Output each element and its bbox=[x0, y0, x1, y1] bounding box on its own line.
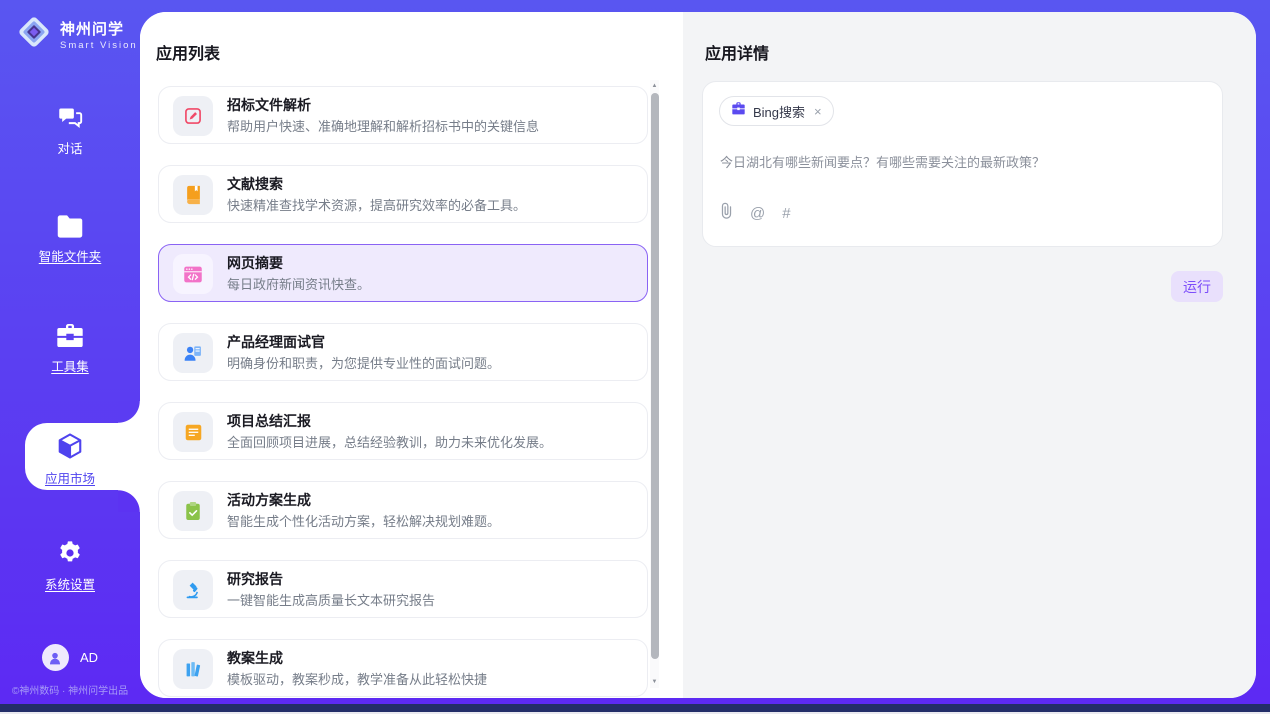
sidebar-item-settings[interactable]: 系统设置 bbox=[0, 539, 140, 594]
briefcase-icon bbox=[731, 102, 746, 120]
sidebar-item-toolset[interactable]: 工具集 bbox=[0, 322, 140, 376]
sidebar-item-label: 对话 bbox=[57, 138, 82, 157]
app-title: 招标文件解析 bbox=[227, 96, 637, 115]
chat-icon bbox=[0, 104, 140, 131]
hash-icon[interactable]: # bbox=[782, 206, 790, 221]
run-button[interactable]: 运行 bbox=[1171, 271, 1223, 302]
app-desc: 帮助用户快速、准确地理解和解析招标书中的关键信息 bbox=[227, 118, 637, 136]
app-desc: 模板驱动，教案秒成，教学准备从此轻松快捷 bbox=[227, 671, 637, 689]
sidebar-item-chat[interactable]: 对话 bbox=[0, 104, 140, 158]
app-list: 招标文件解析 帮助用户快速、准确地理解和解析招标书中的关键信息 文献搜索 快速精… bbox=[158, 80, 648, 698]
user-name: AD bbox=[80, 650, 98, 665]
app-card-project-summary[interactable]: 项目总结汇报 全面回顾项目进展，总结经验教训，助力未来优化发展。 bbox=[158, 402, 648, 460]
query-text[interactable]: 今日湖北有哪些新闻要点？有哪些需要关注的最新政策？ bbox=[720, 152, 1206, 171]
tool-tag-label: Bing搜索 bbox=[753, 102, 805, 121]
app-desc: 全面回顾项目进展，总结经验教训，助力未来优化发展。 bbox=[227, 434, 637, 452]
app-card-event-plan[interactable]: 活动方案生成 智能生成个性化活动方案，轻松解决规划难题。 bbox=[158, 481, 648, 539]
person-icon bbox=[47, 650, 63, 666]
scroll-up-icon[interactable]: ▲ bbox=[650, 80, 659, 92]
books-icon bbox=[173, 649, 213, 689]
app-desc: 一键智能生成高质量长文本研究报告 bbox=[227, 592, 637, 610]
app-logo: 神州问学 Smart Vision bbox=[16, 14, 138, 55]
sidebar-item-app-market[interactable]: 应用市场 bbox=[0, 431, 140, 488]
brand-tagline: Smart Vision bbox=[60, 40, 138, 51]
app-list-title: 应用列表 bbox=[156, 40, 220, 64]
close-icon[interactable]: × bbox=[814, 104, 822, 119]
avatar bbox=[42, 644, 69, 671]
sidebar-item-label: 系统设置 bbox=[45, 574, 95, 593]
sidebar-item-label: 应用市场 bbox=[45, 468, 95, 487]
prompt-card: Bing搜索 × 今日湖北有哪些新闻要点？有哪些需要关注的最新政策？ @ # bbox=[702, 81, 1223, 247]
paperclip-icon[interactable] bbox=[720, 202, 733, 224]
sidebar-item-label: 智能文件夹 bbox=[39, 246, 102, 265]
app-card-literature-search[interactable]: 文献搜索 快速精准查找学术资源，提高研究效率的必备工具。 bbox=[158, 165, 648, 223]
app-desc: 每日政府新闻资讯快查。 bbox=[227, 276, 637, 294]
diamond-logo-icon bbox=[16, 14, 52, 55]
toolbox-icon bbox=[0, 322, 140, 349]
app-list-scrollbar[interactable]: ▲ ▼ bbox=[650, 80, 659, 688]
pen-document-icon bbox=[173, 96, 213, 136]
user-account[interactable]: AD bbox=[0, 644, 140, 671]
app-desc: 明确身份和职责，为您提供专业性的面试问题。 bbox=[227, 355, 637, 373]
clipboard-check-icon bbox=[173, 491, 213, 531]
bottom-bar bbox=[0, 704, 1270, 712]
folder-icon bbox=[0, 214, 140, 239]
app-detail-title: 应用详情 bbox=[705, 40, 769, 64]
app-title: 文献搜索 bbox=[227, 175, 637, 194]
app-title: 网页摘要 bbox=[227, 254, 637, 273]
app-title: 教案生成 bbox=[227, 649, 637, 668]
app-title: 项目总结汇报 bbox=[227, 412, 637, 431]
browser-code-icon bbox=[173, 254, 213, 294]
app-detail-pane: 应用详情 Bing搜索 × 今日湖北有哪些新闻要点？有哪些需要关注的最新政策？ bbox=[683, 12, 1256, 698]
app-title: 活动方案生成 bbox=[227, 491, 637, 510]
scroll-down-icon[interactable]: ▼ bbox=[650, 676, 659, 688]
sidebar-item-label: 工具集 bbox=[51, 356, 89, 375]
app-card-research-report[interactable]: 研究报告 一键智能生成高质量长文本研究报告 bbox=[158, 560, 648, 618]
brand-name: 神州问学 bbox=[60, 18, 138, 39]
input-toolbar: @ # bbox=[720, 202, 791, 224]
gear-icon bbox=[0, 539, 140, 567]
book-icon bbox=[173, 175, 213, 215]
app-list-pane: 应用列表 招标文件解析 帮助用户快速、准确地理解和解析招标书中的关键信息 bbox=[140, 12, 683, 698]
app-title: 产品经理面试官 bbox=[227, 333, 637, 352]
app-desc: 智能生成个性化活动方案，轻松解决规划难题。 bbox=[227, 513, 637, 531]
app-card-pm-interviewer[interactable]: 产品经理面试官 明确身份和职责，为您提供专业性的面试问题。 bbox=[158, 323, 648, 381]
mention-icon[interactable]: @ bbox=[750, 206, 765, 221]
app-card-tender-parse[interactable]: 招标文件解析 帮助用户快速、准确地理解和解析招标书中的关键信息 bbox=[158, 86, 648, 144]
sidebar: 神州问学 Smart Vision 对话 智能文件夹 工具集 bbox=[0, 0, 140, 714]
copyright-text: ©神州数码 · 神州问学出品 bbox=[0, 682, 140, 697]
microscope-icon bbox=[173, 570, 213, 610]
interviewer-icon bbox=[173, 333, 213, 373]
scrollbar-thumb[interactable] bbox=[651, 93, 659, 659]
app-card-web-summary[interactable]: 网页摘要 每日政府新闻资讯快查。 bbox=[158, 244, 648, 302]
main-content: 应用列表 招标文件解析 帮助用户快速、准确地理解和解析招标书中的关键信息 bbox=[140, 12, 1256, 698]
tool-tag-bing-search[interactable]: Bing搜索 × bbox=[719, 96, 834, 126]
app-card-lesson-plan[interactable]: 教案生成 模板驱动，教案秒成，教学准备从此轻松快捷 bbox=[158, 639, 648, 697]
cube-icon bbox=[0, 431, 140, 461]
app-desc: 快速精准查找学术资源，提高研究效率的必备工具。 bbox=[227, 197, 637, 215]
report-note-icon bbox=[173, 412, 213, 452]
app-title: 研究报告 bbox=[227, 570, 637, 589]
sidebar-item-smart-folders[interactable]: 智能文件夹 bbox=[0, 214, 140, 266]
